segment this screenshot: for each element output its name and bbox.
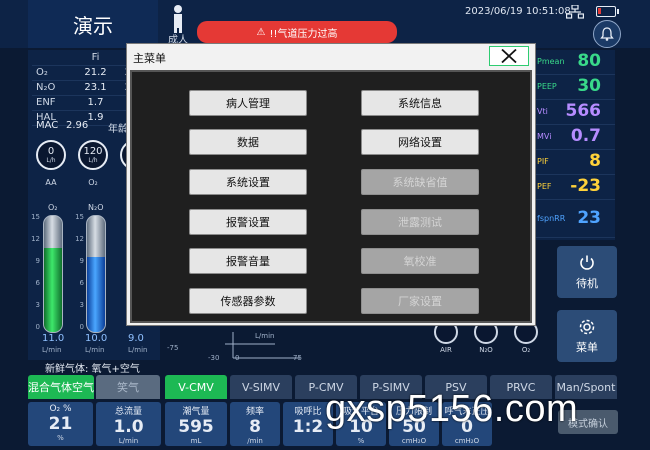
datetime: 2023/06/19 10:51:08	[465, 6, 571, 17]
mode-title: 演示	[28, 0, 158, 48]
fresh-gas-label: 新鲜气体: 氧气+空气	[45, 364, 140, 375]
alarm-banner[interactable]: ⚠ !!气道压力过高	[197, 21, 397, 43]
alarm-settings-button[interactable]: 报警设置	[189, 209, 307, 235]
measurement-pef: PEF -23	[535, 175, 615, 200]
system-defaults-button: 系统缺省值	[361, 169, 479, 195]
alarm-text: !!气道压力过高	[269, 28, 338, 40]
param-total-flow[interactable]: 总流量 1.0 L/min	[96, 402, 161, 446]
tab-n2o[interactable]: 笑气	[96, 375, 160, 399]
param-tidal-volume[interactable]: 潮气量 595 mL	[165, 402, 227, 446]
close-icon	[501, 49, 517, 63]
dialog-title: 主菜单	[133, 52, 166, 65]
o2-flow-tube	[43, 215, 63, 333]
tab-v-simv[interactable]: V-SIMV	[230, 375, 292, 399]
main-menu-dialog: 主菜单 病人管理 数据 系统设置 报警设置 报警音量 传感器参数 系统信息 网络…	[126, 43, 536, 326]
mac-value: 2.96	[66, 120, 89, 131]
o2-flow-gauge[interactable]: 120 L/h	[78, 140, 108, 170]
mac-label: MAC	[36, 120, 59, 131]
tab-v-cmv[interactable]: V-CMV	[165, 375, 227, 399]
measurement-pmean: Pmean 80	[535, 50, 615, 75]
o2-flow-level	[44, 248, 62, 332]
param-o2-percent[interactable]: O₂ % 21 %	[28, 402, 93, 446]
system-info-button[interactable]: 系统信息	[361, 90, 479, 116]
third-tube-reading: 9.0	[128, 333, 144, 344]
data-button[interactable]: 数据	[189, 129, 307, 155]
warning-icon: ⚠	[256, 26, 266, 38]
standby-button[interactable]: 待机	[557, 246, 617, 298]
factory-settings-button: 厂家设置	[361, 288, 479, 314]
menu-button-grid: 病人管理 数据 系统设置 报警设置 报警音量 传感器参数 系统信息 网络设置 系…	[130, 70, 532, 323]
alarm-volume-button[interactable]: 报警音量	[189, 248, 307, 274]
age-label: 年龄	[108, 124, 128, 135]
patient-management-button[interactable]: 病人管理	[189, 90, 307, 116]
gear-icon	[579, 319, 595, 334]
n2o-tube-reading: 10.0	[85, 333, 108, 344]
alarm-silence-button[interactable]	[593, 20, 621, 48]
watermark: gxsp5156.com	[325, 388, 579, 430]
measurement-vti: Vti 566	[535, 100, 615, 125]
measurement-pif: PIF 8	[535, 150, 615, 175]
network-icon	[566, 5, 584, 19]
param-rate[interactable]: 频率 8 /min	[230, 402, 280, 446]
sensor-params-button[interactable]: 传感器参数	[189, 288, 307, 314]
top-bar: 演示 成人 ⚠ !!气道压力过高 2023/06/19 10:51:08	[0, 0, 650, 48]
o2-tube-title: O₂	[48, 203, 58, 212]
battery-icon	[596, 6, 619, 17]
leak-test-button: 泄露测试	[361, 209, 479, 235]
system-settings-button[interactable]: 系统设置	[189, 169, 307, 195]
n2o-tube-title: N₂O	[88, 203, 104, 212]
aa-gauge-label: AA	[45, 178, 57, 187]
measurement-mvi: MVi 0.7	[535, 125, 615, 150]
waveform-strip: -75 -30 0 75 L/min	[165, 330, 535, 366]
waveform-axis	[225, 332, 300, 359]
network-settings-button[interactable]: 网络设置	[361, 129, 479, 155]
oxygen-calibration-button: 氧校准	[361, 248, 479, 274]
menu-button[interactable]: 菜单	[557, 310, 617, 362]
bell-icon	[600, 27, 614, 41]
aa-flow-gauge[interactable]: 0 L/h	[36, 140, 66, 170]
o2-tube-reading: 11.0	[42, 333, 65, 344]
o2-gauge-label: O₂	[88, 178, 98, 187]
measurement-fspnrr: fspnRR 23	[535, 200, 615, 238]
tab-mixed-air[interactable]: 混合气体空气	[28, 375, 94, 399]
measurement-panel: Pmean 80 PEEP 30 Vti 566 MVi 0.7 PIF 8 P…	[535, 50, 615, 240]
n2o-flow-tube	[86, 215, 106, 333]
close-button[interactable]	[489, 46, 529, 66]
measurement-peep: PEEP 30	[535, 75, 615, 100]
col-fi: Fi	[75, 50, 116, 66]
power-icon	[580, 255, 594, 270]
n2o-flow-level	[87, 256, 105, 332]
